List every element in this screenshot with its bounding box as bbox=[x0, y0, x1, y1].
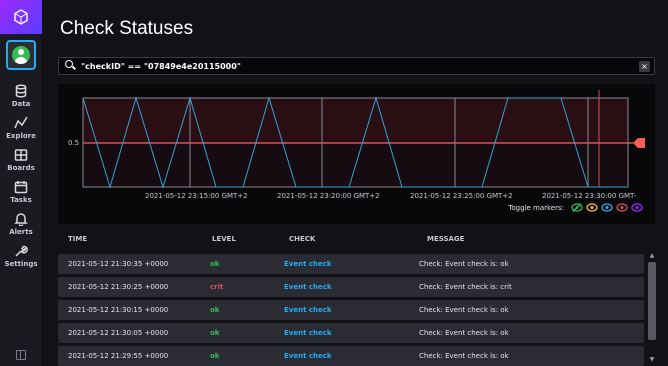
sidebar: Data Explore Boards Tasks Alerts Setting… bbox=[0, 0, 42, 366]
wrench-icon bbox=[15, 245, 28, 257]
sidebar-item-label: Boards bbox=[7, 164, 35, 172]
sidebar-item-alerts[interactable]: Alerts bbox=[0, 206, 42, 242]
collapse-sidebar-icon[interactable] bbox=[16, 350, 26, 360]
row-time: 2021-05-12 21:30:25 +0000 bbox=[68, 283, 169, 291]
row-level: ok bbox=[210, 260, 220, 268]
eye-icon[interactable] bbox=[616, 203, 628, 212]
chevron-down-icon[interactable]: ▼ bbox=[648, 356, 656, 364]
row-check-link[interactable]: Event check bbox=[284, 283, 332, 291]
x-tick-label: 2021-05-12 23:25:00 GMT+2 bbox=[410, 192, 513, 200]
eye-slash-icon[interactable] bbox=[571, 203, 583, 212]
row-check-link[interactable]: Event check bbox=[284, 329, 332, 337]
row-check-link[interactable]: Event check bbox=[284, 352, 332, 360]
row-time: 2021-05-12 21:30:15 +0000 bbox=[68, 306, 169, 314]
calendar-icon bbox=[14, 181, 28, 194]
eye-icon[interactable] bbox=[631, 203, 643, 212]
search-box[interactable]: × bbox=[58, 57, 655, 75]
row-message: Check: Event check is: ok bbox=[419, 329, 509, 337]
database-icon bbox=[15, 84, 27, 98]
user-icon bbox=[12, 46, 30, 64]
table-row: 2021-05-12 21:30:05 +0000 ok Event check… bbox=[58, 323, 644, 343]
column-header-time[interactable]: TIME bbox=[68, 235, 87, 243]
eye-icon[interactable] bbox=[601, 203, 613, 212]
chevron-up-icon[interactable]: ▲ bbox=[648, 252, 656, 260]
crit-band bbox=[83, 98, 628, 143]
x-tick-label: 2021-05-12 23:30:00 GMT- bbox=[542, 192, 637, 200]
threshold-handle[interactable] bbox=[633, 138, 645, 148]
row-time: 2021-05-12 21:30:05 +0000 bbox=[68, 329, 169, 337]
toggle-markers: Toggle markers: bbox=[508, 203, 643, 212]
user-avatar[interactable] bbox=[6, 40, 36, 70]
search-input[interactable] bbox=[81, 61, 631, 71]
column-header-level[interactable]: LEVEL bbox=[212, 235, 236, 243]
row-level: ok bbox=[210, 352, 220, 360]
row-level: crit bbox=[210, 283, 224, 291]
graph-line-icon bbox=[14, 116, 28, 129]
sidebar-item-explore[interactable]: Explore bbox=[0, 110, 42, 146]
sidebar-item-tasks[interactable]: Tasks bbox=[0, 174, 42, 210]
bell-icon bbox=[14, 213, 28, 226]
sidebar-item-label: Explore bbox=[6, 132, 36, 140]
table-row: 2021-05-12 21:30:25 +0000 crit Event che… bbox=[58, 277, 644, 297]
row-message: Check: Event check is: ok bbox=[419, 306, 509, 314]
sidebar-item-data[interactable]: Data bbox=[0, 78, 42, 114]
sidebar-item-label: Data bbox=[11, 100, 31, 108]
dashboard-icon bbox=[14, 149, 28, 161]
close-icon: × bbox=[641, 61, 648, 71]
row-message: Check: Event check is: crit bbox=[419, 283, 512, 291]
row-check-link[interactable]: Event check bbox=[284, 306, 332, 314]
search-icon bbox=[65, 60, 77, 72]
y-tick-label: 0.5 bbox=[68, 139, 79, 147]
row-level: ok bbox=[210, 306, 220, 314]
x-tick-label: 2021-05-12 23:20:00 GMT+2 bbox=[277, 192, 380, 200]
row-check-link[interactable]: Event check bbox=[284, 260, 332, 268]
toggle-markers-label: Toggle markers: bbox=[508, 203, 564, 212]
influx-logo-icon[interactable] bbox=[0, 0, 42, 34]
table-row: 2021-05-12 21:30:35 +0000 ok Event check… bbox=[58, 254, 644, 274]
clear-search-button[interactable]: × bbox=[639, 61, 650, 72]
column-header-check[interactable]: CHECK bbox=[289, 235, 315, 243]
sidebar-item-settings[interactable]: Settings bbox=[0, 238, 42, 274]
table-row: 2021-05-12 21:29:55 +0000 ok Event check… bbox=[58, 346, 644, 366]
column-header-message[interactable]: MESSAGE bbox=[427, 235, 464, 243]
sidebar-item-label: Tasks bbox=[10, 196, 32, 204]
page-title: Check Statuses bbox=[60, 18, 194, 39]
status-graph: 0.5 2021-05-12 23:15:00 GMT+2 2021-05-12… bbox=[58, 84, 655, 224]
row-time: 2021-05-12 21:29:55 +0000 bbox=[68, 352, 169, 360]
scrollbar-thumb[interactable] bbox=[648, 262, 656, 340]
sidebar-item-boards[interactable]: Boards bbox=[0, 142, 42, 178]
sidebar-item-label: Settings bbox=[4, 260, 38, 268]
x-tick-label: 2021-05-12 23:15:00 GMT+2 bbox=[145, 192, 248, 200]
eye-icon[interactable] bbox=[586, 203, 598, 212]
row-message: Check: Event check is: ok bbox=[419, 352, 509, 360]
row-time: 2021-05-12 21:30:35 +0000 bbox=[68, 260, 169, 268]
table-row: 2021-05-12 21:30:15 +0000 ok Event check… bbox=[58, 300, 644, 320]
table-header: TIME LEVEL CHECK MESSAGE bbox=[58, 232, 646, 248]
sidebar-item-label: Alerts bbox=[9, 228, 33, 236]
row-message: Check: Event check is: ok bbox=[419, 260, 509, 268]
row-level: ok bbox=[210, 329, 220, 337]
table-scrollbar[interactable]: ▲ ▼ bbox=[648, 252, 656, 364]
